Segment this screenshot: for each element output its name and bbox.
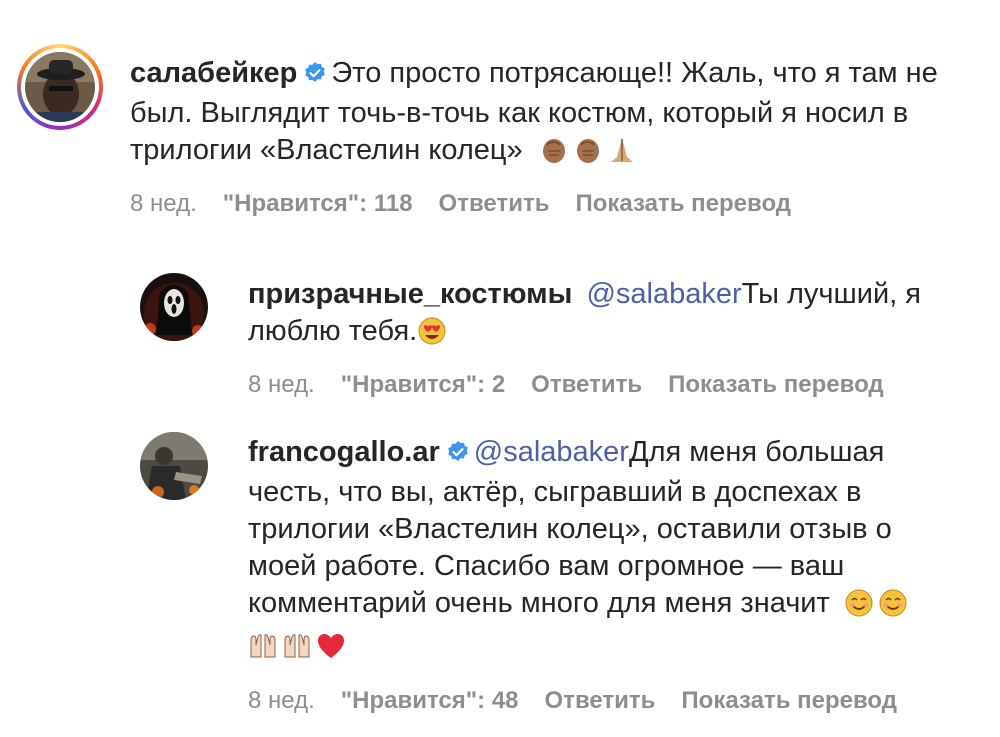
username[interactable]: francogallo.ar [248, 436, 440, 468]
avatar[interactable] [140, 432, 208, 500]
mention-link[interactable]: @salabaker [586, 278, 741, 310]
username[interactable]: салабейкер [130, 57, 297, 89]
timestamp[interactable]: 8 нед. [248, 371, 315, 398]
likes-count[interactable]: "Нравится": 48 [341, 687, 519, 714]
timestamp[interactable]: 8 нед. [130, 190, 197, 217]
reply-button[interactable]: Ответить [531, 371, 642, 398]
clapping-hands-icon [573, 135, 603, 175]
verified-badge-icon [303, 58, 327, 95]
comment-text-line: был. Выглядит точь-в-точь как костюм, ко… [130, 97, 909, 129]
comment-meta: 8 нед. "Нравится": 2 Ответить Показать пере… [248, 371, 910, 399]
clapping-hands-icon [539, 135, 569, 175]
verified-badge-icon [446, 437, 470, 474]
comment-text-line: трилогии «Властелин колец», оставили отз… [248, 513, 892, 545]
raising-hands-icon [282, 631, 312, 671]
likes-count[interactable]: "Нравится": 2 [341, 371, 505, 398]
comment-text-line: комментарий очень много для меня значит [248, 587, 830, 619]
translate-button[interactable]: Показать перевод [668, 371, 884, 398]
comment-text-line: Ты лучший, я [741, 278, 921, 310]
folded-hands-icon [607, 135, 637, 175]
likes-count[interactable]: "Нравится": 118 [223, 190, 413, 217]
story-ring[interactable] [17, 44, 103, 130]
comment-text-line: трилогии «Властелин колец» [130, 134, 523, 166]
reply-button[interactable]: Ответить [439, 190, 550, 217]
heart-eyes-icon [417, 316, 447, 356]
avatar[interactable] [140, 273, 208, 341]
comment-text-line: Это просто потрясающе!! Жаль, что я там … [331, 57, 938, 89]
smiling-face-icon [844, 588, 874, 628]
comment-text-line: моей работе. Спасибо вам огромное — ваш [248, 550, 845, 582]
smiling-face-icon [878, 588, 908, 628]
avatar[interactable] [25, 52, 95, 122]
username[interactable]: призрачные_костюмы [248, 278, 572, 310]
red-heart-icon [316, 631, 346, 671]
translate-button[interactable]: Показать перевод [575, 190, 791, 217]
reply-button[interactable]: Ответить [545, 687, 656, 714]
timestamp[interactable]: 8 нед. [248, 687, 315, 714]
raising-hands-icon [248, 631, 278, 671]
comment-text-line: Для меня большая [628, 436, 885, 468]
comment-text-line: люблю тебя. [248, 315, 418, 347]
translate-button[interactable]: Показать перевод [681, 687, 897, 714]
comment-meta: 8 нед. "Нравится": 118 Ответить Показать пе… [130, 190, 817, 218]
mention-link[interactable]: @salabaker [474, 436, 629, 468]
comment-text-line: честь, что вы, актёр, сыгравший в доспех… [248, 476, 862, 508]
comment-meta: 8 нед. "Нравится": 48 Ответить Показать пер… [248, 687, 923, 715]
